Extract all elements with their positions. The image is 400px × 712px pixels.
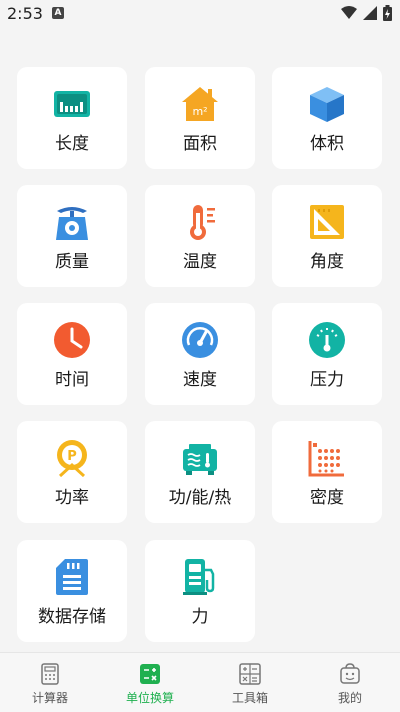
category-label: 数据存储 (38, 607, 106, 627)
category-label: 压力 (310, 370, 344, 390)
area-unit-text: m² (192, 105, 207, 118)
category-label: 面积 (183, 134, 217, 154)
category-speed[interactable]: 速度 (145, 303, 255, 405)
category-label: 力 (191, 607, 209, 627)
category-temperature[interactable]: 温度 (145, 185, 255, 287)
category-force[interactable]: 力 (145, 540, 255, 642)
nav-label: 单位换算 (125, 691, 174, 705)
nav-label: 计算器 (31, 691, 68, 705)
nav-toolbox[interactable]: 工具箱 (200, 661, 300, 709)
calculator-icon (41, 663, 59, 685)
set-square-icon (310, 205, 344, 239)
density-icon (308, 441, 344, 477)
battery-icon (383, 5, 392, 21)
wifi-icon (341, 6, 357, 19)
status-time: 2:53 (7, 4, 43, 23)
nav-calculator[interactable]: 计算器 (0, 661, 100, 709)
category-label: 温度 (183, 252, 217, 272)
category-label: 功率 (55, 488, 89, 508)
category-label: 体积 (310, 134, 344, 154)
category-pressure[interactable]: 压力 (272, 303, 382, 405)
profile-icon (340, 663, 360, 684)
status-bar: 2:53 A (0, 0, 400, 28)
speedometer-icon (182, 322, 218, 358)
category-power[interactable]: P 功率 (17, 421, 127, 523)
fuel-pump-icon (183, 559, 215, 595)
bottom-nav: 计算器 单位换算 工具箱 我的 (0, 652, 400, 712)
nav-label: 工具箱 (231, 691, 268, 705)
sd-card-icon (56, 559, 88, 595)
category-angle[interactable]: 角度 (272, 185, 382, 287)
clock-icon (54, 322, 90, 358)
category-label: 功/能/热 (168, 488, 232, 508)
ruler-icon (54, 91, 90, 117)
category-label: 密度 (310, 488, 344, 508)
cube-icon (310, 87, 344, 122)
category-data-storage[interactable]: 数据存储 (17, 540, 127, 642)
power-icon: P (57, 440, 87, 477)
category-label: 时间 (55, 370, 89, 390)
category-label: 质量 (55, 252, 89, 272)
power-symbol-text: P (67, 449, 77, 464)
category-volume[interactable]: 体积 (272, 67, 382, 169)
toolbox-icon (239, 663, 261, 685)
house-area-icon: m² (182, 87, 218, 121)
scale-icon (56, 207, 88, 240)
category-energy[interactable]: 功/能/热 (145, 421, 255, 523)
thermometer-icon (190, 205, 215, 240)
heater-icon (183, 444, 217, 475)
nav-unit-convert[interactable]: 单位换算 (100, 661, 200, 709)
category-label: 角度 (310, 252, 344, 272)
nav-label: 我的 (337, 691, 362, 705)
pressure-gauge-icon (309, 322, 345, 358)
category-time[interactable]: 时间 (17, 303, 127, 405)
signal-icon (363, 6, 377, 20)
category-label: 长度 (55, 134, 89, 154)
category-density[interactable]: 密度 (272, 421, 382, 523)
nav-profile[interactable]: 我的 (300, 661, 400, 709)
notification-badge: A (52, 7, 64, 19)
category-length[interactable]: 长度 (17, 67, 127, 169)
category-mass[interactable]: 质量 (17, 185, 127, 287)
category-label: 速度 (183, 370, 217, 390)
unit-convert-icon (140, 664, 160, 684)
status-icons (341, 5, 392, 21)
category-area[interactable]: m² 面积 (145, 67, 255, 169)
